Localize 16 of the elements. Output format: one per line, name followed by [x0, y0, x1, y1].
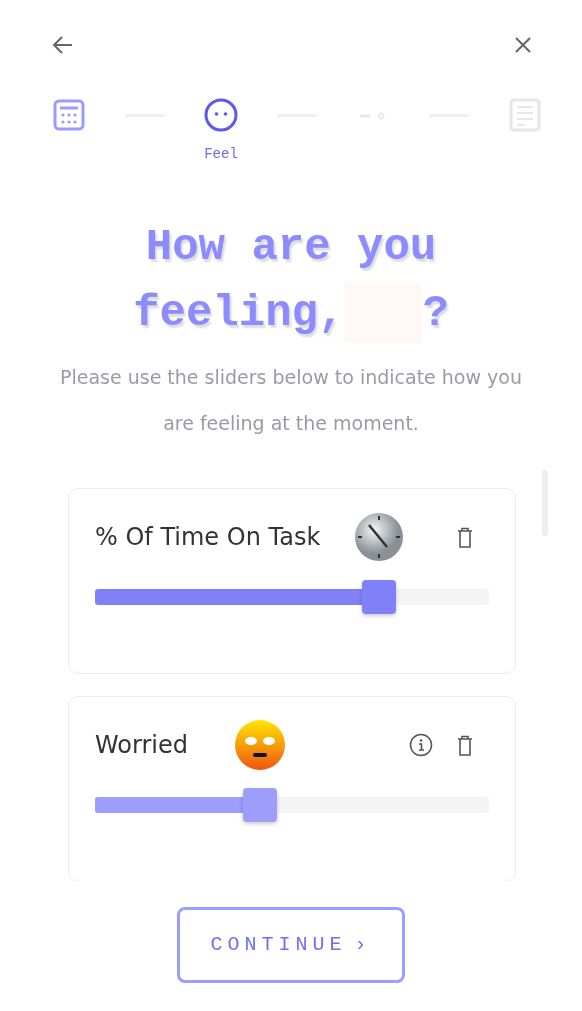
continue-button[interactable]: CONTINUE › [177, 907, 405, 983]
slider-thumb[interactable] [243, 788, 278, 822]
face-icon[interactable] [204, 98, 238, 132]
slider-label: Worried [95, 730, 188, 761]
clock-icon [352, 511, 405, 563]
worried-face-icon [234, 719, 287, 771]
question-mark: ? [422, 288, 449, 338]
slider-thumb[interactable] [361, 580, 396, 614]
step-label: Feel [204, 145, 238, 164]
title-text: feeling, [133, 288, 345, 338]
title-text: How are you [145, 222, 437, 272]
info-icon[interactable] [409, 732, 433, 758]
trash-icon[interactable] [457, 733, 473, 757]
instructions-text: Please use the sliders below to indicate how you are feeling at the moment. [59, 365, 523, 436]
slider-label: % Of Time On Task [95, 522, 321, 553]
trash-icon[interactable] [457, 525, 473, 549]
